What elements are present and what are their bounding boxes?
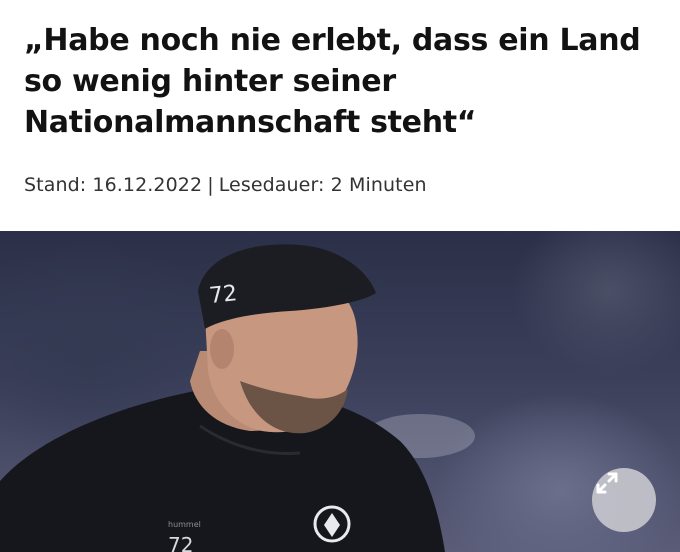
article-meta: Stand: 16.12.2022 | Lesedauer: 2 Minuten (24, 174, 427, 196)
ear (210, 329, 234, 369)
article-photo: 72 hummel 72 (0, 231, 680, 552)
shirt-brand: hummel (168, 520, 201, 529)
publish-date: Stand: 16.12.2022 (24, 174, 203, 196)
meta-separator: | (207, 174, 214, 196)
shirt-number: 72 (168, 533, 193, 552)
article-headline: „Habe noch nie erlebt, dass ein Land so … (24, 23, 641, 140)
cap-number: 72 (208, 281, 238, 309)
photo-illustration: 72 hummel 72 (0, 244, 475, 552)
reading-time: Lesedauer: 2 Minuten (218, 174, 427, 196)
expand-image-button[interactable] (592, 468, 656, 532)
expand-arrows-icon (596, 472, 618, 494)
